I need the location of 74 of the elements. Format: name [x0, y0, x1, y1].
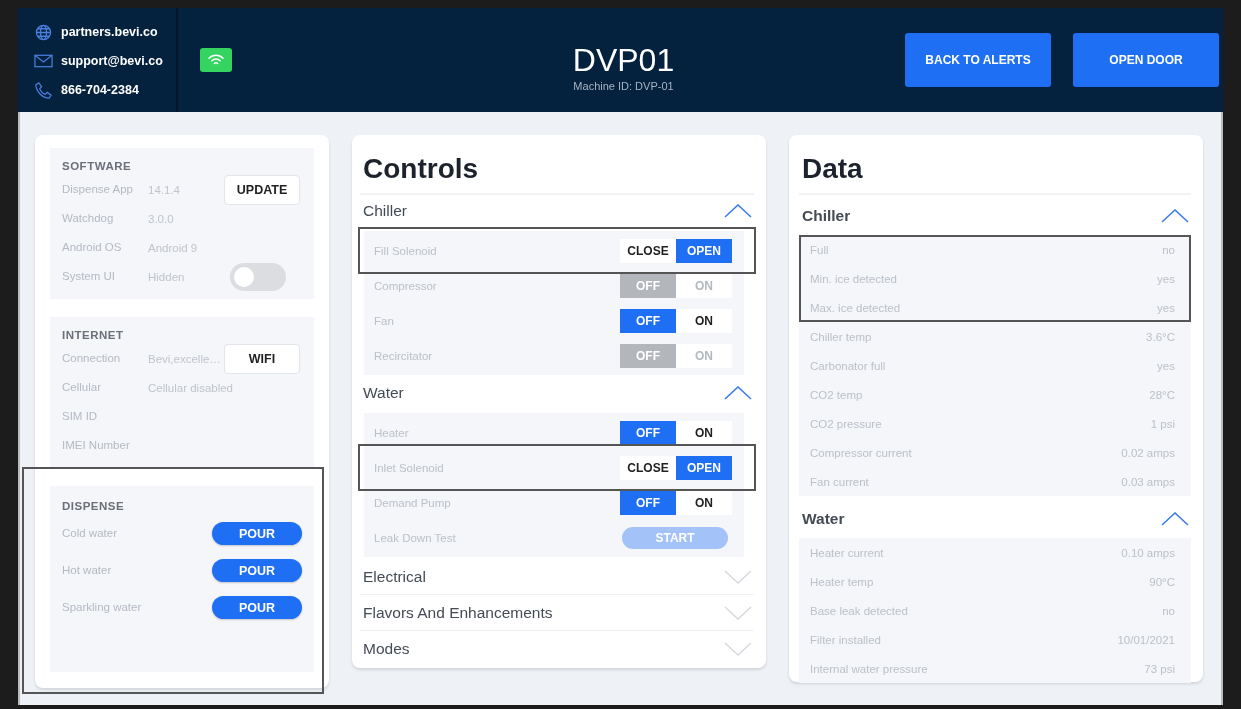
chevron-up-icon[interactable] [1161, 512, 1189, 526]
section-title[interactable]: Water [802, 510, 845, 528]
section-title: DISPENSE [62, 500, 126, 512]
chevron-up-icon[interactable] [724, 204, 752, 218]
setting-label: Watchdog [62, 213, 115, 224]
toggle-option[interactable]: CLOSE [620, 455, 676, 480]
section-title[interactable]: Flavors And Enhancements [363, 603, 553, 622]
toggle-option[interactable]: OFF [620, 490, 676, 515]
wifi-icon [200, 48, 232, 72]
data-label: Filter installed [810, 633, 881, 646]
phone-icon [34, 80, 53, 100]
data-value: 10/01/2021 [1117, 633, 1175, 646]
control-label: Demand Pump [374, 496, 452, 509]
segmented-toggle[interactable]: OFF ON [620, 420, 732, 445]
toggle-option[interactable]: OFF [620, 308, 676, 333]
toggle-option[interactable]: ON [676, 308, 732, 333]
section-title: SOFTWARE [62, 160, 133, 172]
contact-text[interactable]: 866-704-2384 [61, 83, 139, 97]
data-label: Internal water pressure [810, 662, 928, 675]
machine-id: Machine ID: DVP-01 [573, 80, 674, 92]
envelope-icon [34, 54, 53, 68]
pour-button[interactable]: POUR [212, 559, 302, 582]
setting-label: System UI [62, 271, 117, 282]
action-button[interactable]: WIFI [224, 343, 300, 374]
section-title[interactable]: Chiller [363, 202, 407, 220]
control-label: Recircitator [374, 349, 434, 362]
action-button[interactable]: UPDATE [224, 174, 300, 205]
setting-label: Cellular [62, 382, 102, 393]
globe-icon [34, 23, 53, 41]
segmented-toggle[interactable]: CLOSE OPEN [620, 238, 732, 263]
header-button[interactable]: BACK TO ALERTS [905, 33, 1051, 87]
pour-button[interactable]: POUR [212, 522, 302, 545]
machine-title: DVP01 [572, 42, 675, 78]
setting-label: Android OS [62, 242, 123, 253]
card-title: Data [799, 149, 1191, 195]
setting-label: IMEI Number [62, 440, 131, 451]
toggle-switch[interactable] [230, 262, 286, 291]
control-label: Compressor [374, 279, 438, 292]
data-label: Full [810, 243, 829, 256]
contact-text[interactable]: partners.bevi.co [61, 25, 158, 39]
header-button[interactable]: OPEN DOOR [1073, 33, 1219, 87]
toggle-option[interactable]: ON [676, 490, 732, 515]
section-title[interactable]: Chiller [802, 207, 851, 225]
pour-button[interactable]: POUR [212, 596, 302, 619]
toggle-option[interactable]: OFF [620, 420, 676, 445]
data-value: 3.6°C [1146, 330, 1175, 343]
segmented-toggle[interactable]: OFF ON [620, 308, 732, 333]
chevron-up-icon[interactable] [724, 386, 752, 400]
toggle-option[interactable]: ON [676, 420, 732, 445]
setting-label: Hot water [62, 565, 113, 576]
segmented-toggle[interactable]: OFF ON [620, 490, 732, 515]
data-label: CO2 pressure [810, 417, 882, 430]
setting-label: Cold water [62, 528, 118, 539]
control-label: Heater [374, 426, 410, 439]
contact-text[interactable]: support@bevi.co [61, 54, 163, 68]
toggle-option[interactable]: CLOSE [620, 238, 676, 263]
toggle-option[interactable]: OPEN [676, 238, 732, 263]
section-title[interactable]: Water [363, 384, 404, 402]
toggle-option[interactable]: OPEN [676, 455, 732, 480]
setting-label: Connection [62, 353, 122, 364]
data-value: 28°C [1149, 388, 1175, 401]
setting-label: Dispense App [62, 184, 134, 195]
data-label: Min. ice detected [810, 272, 897, 285]
setting-label: Sparkling water [62, 602, 143, 613]
control-label: Fan [374, 314, 395, 327]
setting-label: SIM ID [62, 411, 99, 422]
section-title[interactable]: Electrical [363, 567, 426, 586]
chevron-up-icon[interactable] [1161, 209, 1189, 223]
data-label: Heater current [810, 546, 884, 559]
card-title: Controls [360, 149, 754, 195]
section-title[interactable]: Modes [363, 639, 410, 658]
data-label: Compressor current [810, 446, 912, 459]
segmented-toggle[interactable]: CLOSE OPEN [620, 455, 732, 480]
section-title: INTERNET [62, 329, 125, 341]
